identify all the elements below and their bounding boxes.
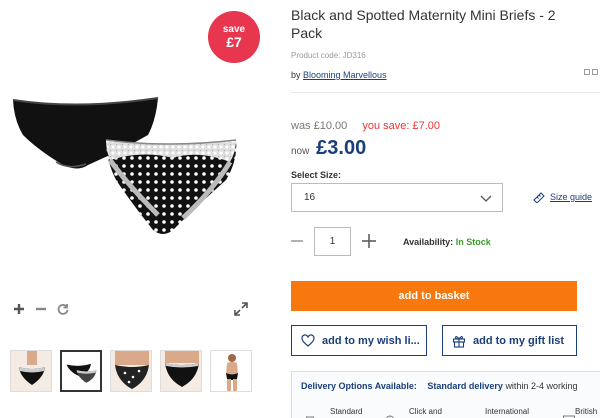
- gift-list-label: add to my gift list: [473, 335, 565, 347]
- save-badge-amount: £7: [226, 34, 242, 50]
- thumbnail-2[interactable]: [60, 350, 102, 392]
- delivery-option-standard[interactable]: Standard: [330, 407, 362, 416]
- minus-icon[interactable]: [291, 233, 303, 249]
- zoom-in-icon[interactable]: [10, 300, 28, 318]
- delivery-title: Delivery Options Available:: [301, 381, 417, 391]
- delivery-option-international[interactable]: International: [485, 407, 529, 416]
- size-selected-value: 16: [304, 192, 316, 203]
- divider: [291, 92, 600, 93]
- add-to-wish-list-button[interactable]: add to my wish li...: [291, 325, 427, 356]
- share-icons[interactable]: [584, 69, 598, 78]
- delivery-option-click-collect[interactable]: Click and: [409, 407, 442, 416]
- brand-link[interactable]: Blooming Marvellous: [303, 70, 387, 80]
- gift-icon: [452, 336, 466, 348]
- add-to-gift-list-button[interactable]: add to my gift list: [442, 325, 577, 356]
- thumbnail-5[interactable]: [210, 350, 252, 392]
- you-save: you save: £7.00: [362, 120, 440, 132]
- now-price-row: now £3.00: [291, 137, 366, 160]
- heart-icon: [301, 334, 315, 347]
- zoom-out-icon[interactable]: [32, 300, 50, 318]
- size-label: Select Size:: [291, 170, 342, 180]
- product-code: Product code: JD316: [291, 51, 366, 60]
- product-main-image: [12, 97, 237, 234]
- add-to-basket-button[interactable]: add to basket: [291, 281, 577, 311]
- was-price: was £10.00: [291, 120, 348, 132]
- delivery-option-british[interactable]: British: [575, 407, 597, 416]
- wish-list-label: add to my wish li...: [322, 335, 420, 347]
- chevron-down-icon: [480, 195, 492, 202]
- delivery-title-row: Delivery Options Available: Standard del…: [301, 381, 577, 391]
- now-label: now: [291, 146, 310, 157]
- save-badge: save £7: [208, 11, 260, 63]
- rotate-icon[interactable]: [54, 300, 72, 318]
- delivery-within: within 2-4 working: [505, 381, 578, 391]
- product-title: Black and Spotted Maternity Mini Briefs …: [291, 7, 556, 41]
- size-select[interactable]: 16: [291, 183, 503, 212]
- thumbnail-3[interactable]: [110, 350, 152, 392]
- expand-icon[interactable]: [232, 300, 250, 318]
- quantity-input[interactable]: 1: [314, 227, 351, 256]
- ruler-icon: [533, 192, 545, 203]
- product-image-area: save £7: [0, 0, 270, 290]
- availability: Availability: In Stock: [403, 237, 491, 247]
- image-controls: [10, 300, 255, 320]
- delivery-options: Delivery Options Available: Standard del…: [291, 371, 600, 418]
- now-price: £3.00: [316, 137, 367, 159]
- delivery-standard: Standard delivery: [427, 381, 503, 391]
- size-guide-label: Size guide: [550, 192, 593, 202]
- brand-byline: by Blooming Marvellous: [291, 70, 387, 80]
- thumbnail-1[interactable]: [10, 350, 52, 392]
- thumbnail-4[interactable]: [160, 350, 202, 392]
- stock-status: In Stock: [455, 237, 491, 247]
- availability-label: Availability:: [403, 237, 454, 247]
- plus-icon[interactable]: [362, 233, 376, 249]
- was-price-row: was £10.00 you save: £7.00: [291, 120, 440, 132]
- size-guide-link[interactable]: Size guide: [533, 192, 593, 203]
- byline-prefix: by: [291, 70, 301, 80]
